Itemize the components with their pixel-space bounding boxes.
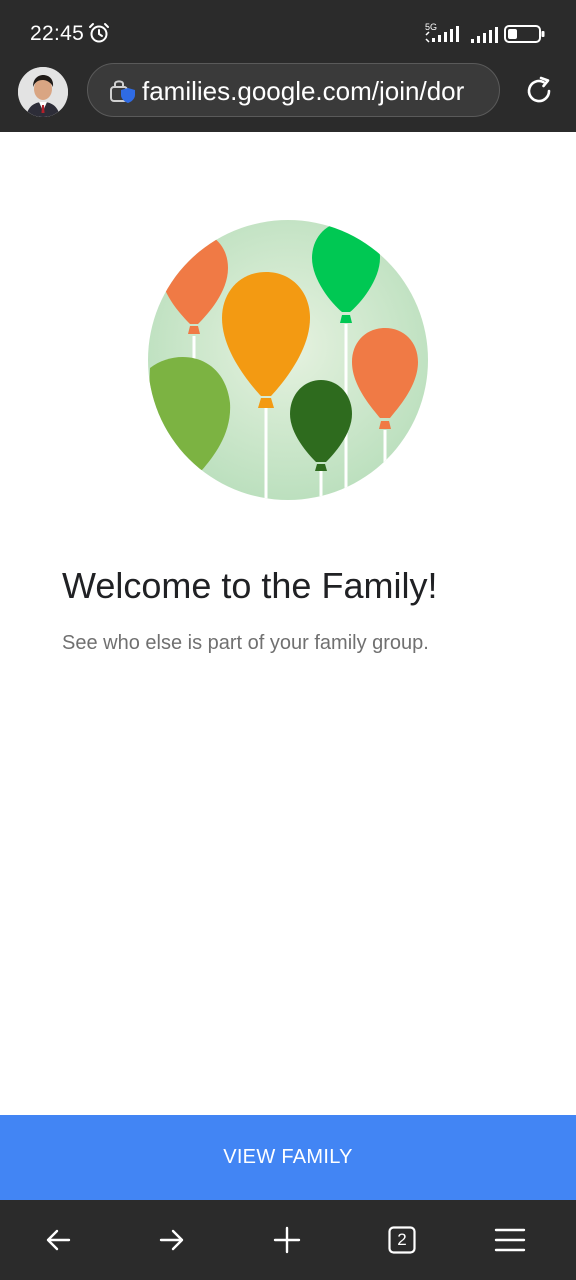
signal-strength-icon <box>471 27 498 43</box>
reload-icon[interactable] <box>522 74 556 108</box>
network-label: 5G <box>425 22 437 32</box>
battery-icon <box>504 25 545 43</box>
signal-5g-icon: 5G <box>424 22 464 49</box>
page-subtitle: See who else is part of your family grou… <box>62 632 429 654</box>
forward-button[interactable] <box>152 1220 192 1260</box>
balloons-illustration <box>148 220 428 500</box>
url-text[interactable]: families.google.com/join/dor <box>142 76 464 107</box>
back-button[interactable] <box>38 1220 78 1260</box>
arrow-left-icon <box>46 1229 71 1251</box>
page-title: Welcome to the Family! <box>62 565 438 606</box>
hamburger-menu-icon <box>494 1228 526 1252</box>
plus-icon <box>273 1226 301 1254</box>
lock-shield-icon <box>110 80 135 103</box>
menu-button[interactable] <box>490 1220 530 1260</box>
tab-count: 2 <box>397 1230 407 1249</box>
status-time: 22:45 <box>30 22 85 45</box>
url-bar[interactable]: families.google.com/join/dor <box>87 63 500 117</box>
avatar[interactable] <box>18 67 68 117</box>
tabs-button[interactable]: 2 <box>382 1220 422 1260</box>
view-family-button[interactable]: VIEW FAMILY <box>0 1115 576 1200</box>
browser-top-bar: 22:45 5G families.google.com/join/dor <box>0 0 576 132</box>
arrow-right-icon <box>159 1229 184 1251</box>
new-tab-button[interactable] <box>267 1220 307 1260</box>
browser-bottom-bar: 2 <box>0 1200 576 1280</box>
alarm-icon <box>89 23 109 43</box>
